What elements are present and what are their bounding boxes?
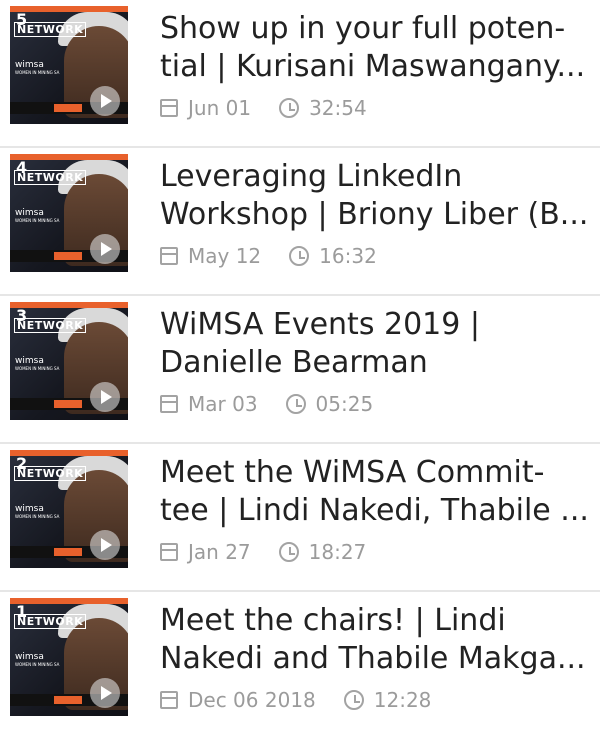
list-item[interactable]: 1 NETWORK wimsa WOMEN IN MINING SA Meet … xyxy=(0,592,600,740)
calendar-icon xyxy=(160,99,178,117)
episode-title[interactable]: WiMSA Events 2019 | Danielle Bearman xyxy=(160,306,590,382)
thumbnail-sub: WOMEN IN MINING SA xyxy=(15,662,60,667)
thumbnail-brand: NETWORK xyxy=(14,614,87,629)
play-icon[interactable] xyxy=(90,234,120,264)
episode-duration: 32:54 xyxy=(309,96,367,120)
episode-date: Jun 01 xyxy=(188,96,252,120)
thumbnail-brand: NETWORK xyxy=(14,318,87,333)
episode-meta: Mar 03 05:25 xyxy=(160,392,373,416)
episode-title[interactable]: Leveraging LinkedIn Workshop | Briony Li… xyxy=(160,158,590,234)
thumbnail-logo: wimsa xyxy=(15,652,44,662)
clock-icon xyxy=(278,542,299,562)
episode-duration: 12:28 xyxy=(373,688,432,712)
episode-meta: Jan 27 18:27 xyxy=(160,540,366,564)
episode-meta: May 12 16:32 xyxy=(160,244,377,268)
play-icon[interactable] xyxy=(90,382,120,412)
episode-thumbnail[interactable]: 3 NETWORK wimsa WOMEN IN MINING SA xyxy=(10,302,128,420)
episode-thumbnail[interactable]: 4 NETWORK wimsa WOMEN IN MINING SA xyxy=(10,154,128,272)
clock-icon xyxy=(343,690,364,710)
episode-meta: Dec 06 2018 12:28 xyxy=(160,688,431,712)
episode-date: Jan 27 xyxy=(188,540,251,564)
thumbnail-sub: WOMEN IN MINING SA xyxy=(15,514,60,519)
thumbnail-sub: WOMEN IN MINING SA xyxy=(15,70,60,75)
thumbnail-logo: wimsa xyxy=(15,356,44,366)
episode-duration: 05:25 xyxy=(315,392,374,416)
calendar-icon xyxy=(160,691,178,709)
episode-date: Dec 06 2018 xyxy=(188,688,316,712)
list-item[interactable]: 4 NETWORK wimsa WOMEN IN MINING SA Lever… xyxy=(0,148,600,296)
play-icon[interactable] xyxy=(90,530,120,560)
play-icon[interactable] xyxy=(90,678,120,708)
thumbnail-brand: NETWORK xyxy=(14,466,87,481)
list-item[interactable]: 5 NETWORK wimsa WOMEN IN MINING SA Show … xyxy=(0,0,600,148)
thumbnail-logo: wimsa xyxy=(15,60,44,70)
clock-icon xyxy=(289,246,310,266)
episode-duration: 18:27 xyxy=(308,540,367,564)
episode-thumbnail[interactable]: 1 NETWORK wimsa WOMEN IN MINING SA xyxy=(10,598,128,716)
thumbnail-sub: WOMEN IN MINING SA xyxy=(15,218,60,223)
thumbnail-logo: wimsa xyxy=(15,208,44,218)
thumbnail-brand: NETWORK xyxy=(14,170,87,185)
calendar-icon xyxy=(160,247,178,265)
episode-date: May 12 xyxy=(188,244,262,268)
play-icon[interactable] xyxy=(90,86,120,116)
episode-title[interactable]: Show up in your full poten-tial | Kurisa… xyxy=(160,10,590,86)
calendar-icon xyxy=(160,543,178,561)
clock-icon xyxy=(285,394,306,414)
calendar-icon xyxy=(160,395,178,413)
list-item[interactable]: 2 NETWORK wimsa WOMEN IN MINING SA Meet … xyxy=(0,444,600,592)
list-item[interactable]: 3 NETWORK wimsa WOMEN IN MINING SA WiMSA… xyxy=(0,296,600,444)
episode-duration: 16:32 xyxy=(319,244,377,268)
episode-date: Mar 03 xyxy=(188,392,258,416)
episode-list: 5 NETWORK wimsa WOMEN IN MINING SA Show … xyxy=(0,0,600,740)
episode-meta: Jun 01 32:54 xyxy=(160,96,367,120)
episode-thumbnail[interactable]: 5 NETWORK wimsa WOMEN IN MINING SA xyxy=(10,6,128,124)
thumbnail-brand: NETWORK xyxy=(14,22,87,37)
episode-title[interactable]: Meet the chairs! | Lindi Nakedi and Thab… xyxy=(160,602,590,678)
thumbnail-logo: wimsa xyxy=(15,504,44,514)
episode-thumbnail[interactable]: 2 NETWORK wimsa WOMEN IN MINING SA xyxy=(10,450,128,568)
thumbnail-sub: WOMEN IN MINING SA xyxy=(15,366,60,371)
episode-title[interactable]: Meet the WiMSA Commit-tee | Lindi Nakedi… xyxy=(160,454,590,530)
clock-icon xyxy=(279,98,300,118)
